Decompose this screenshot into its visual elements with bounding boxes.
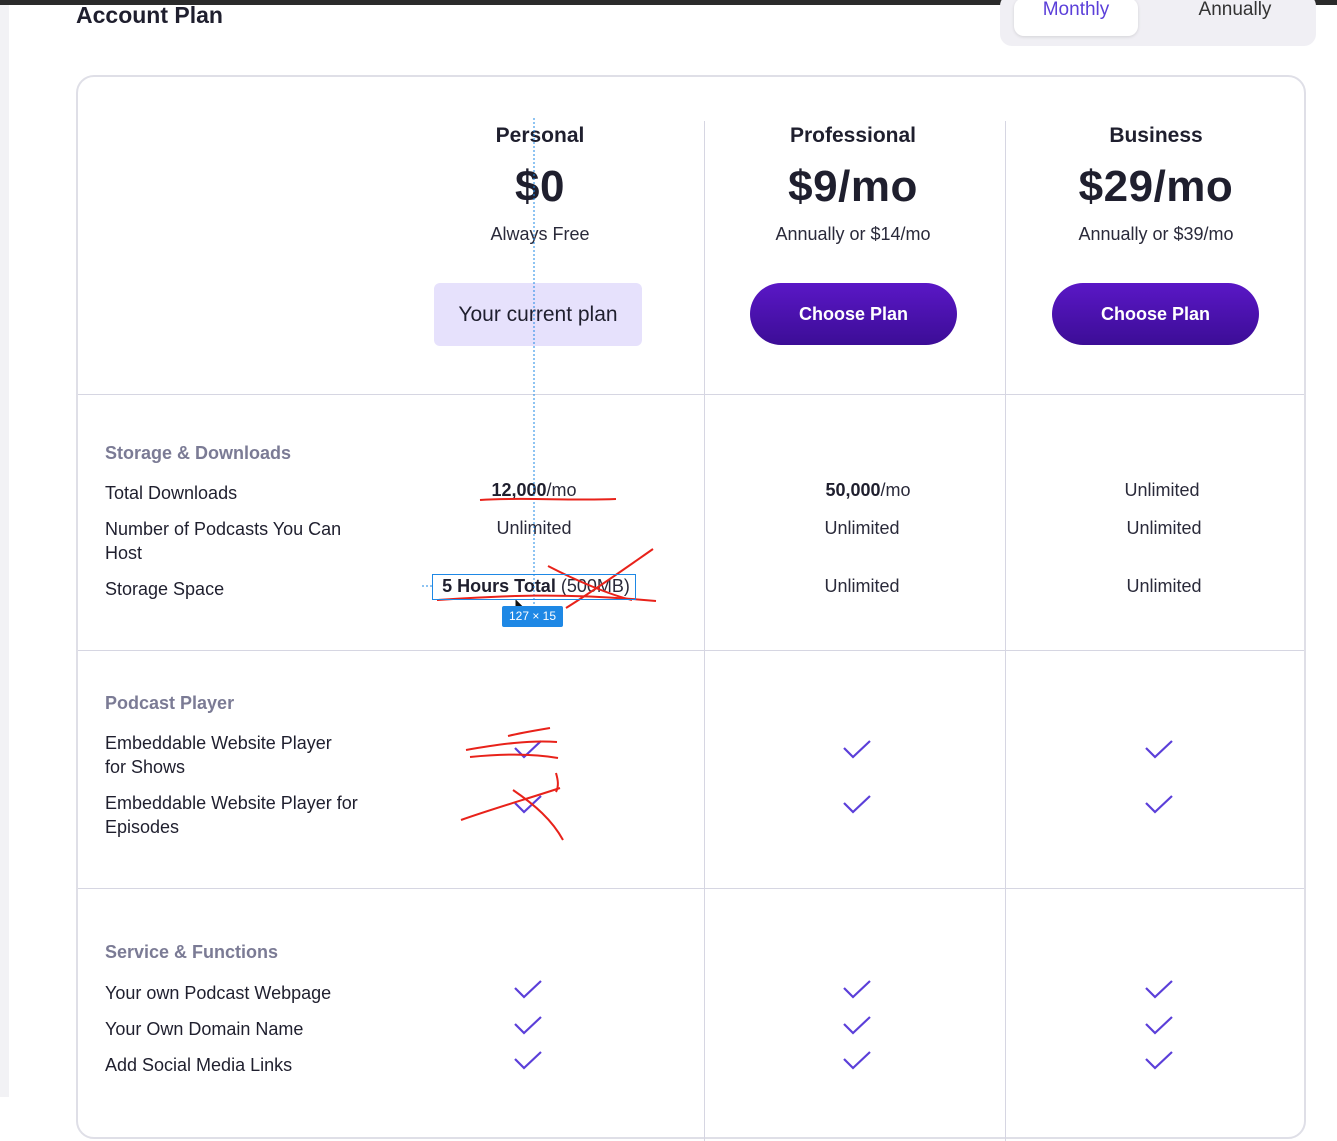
section-divider	[78, 650, 1304, 651]
check-icon	[843, 1016, 871, 1035]
check-icon	[1145, 1051, 1173, 1070]
cell-podcasts-business: Unlimited	[1064, 518, 1264, 539]
plan-name: Personal	[495, 124, 585, 147]
cell-downloads-business: Unlimited	[1062, 480, 1262, 501]
feature-label: Embeddable Website Player for Shows	[105, 733, 332, 777]
cell-value-unit: /mo	[880, 480, 911, 500]
cell-downloads-professional: 50,000/mo	[768, 480, 968, 501]
plan-price: $0	[515, 162, 565, 211]
cell-downloads-personal: 12,000/mo	[434, 480, 634, 501]
plan-header-personal: Personal $0 Always Free	[440, 124, 640, 245]
check-icon	[1145, 740, 1173, 759]
section-title-storage: Storage & Downloads	[105, 443, 292, 463]
feature-label: Number of Podcasts You Can Host	[105, 519, 342, 563]
feature-label: Your Own Domain Name	[105, 1019, 304, 1039]
plan-price-note: Always Free	[490, 224, 590, 244]
measure-badge: 127 × 15	[502, 606, 563, 627]
cell-podcasts-personal: Unlimited	[434, 518, 634, 539]
toggle-monthly[interactable]: Monthly	[1014, 0, 1138, 36]
toggle-annually[interactable]: Annually	[1160, 0, 1310, 36]
section-divider	[78, 394, 1304, 395]
left-gutter	[0, 5, 9, 1097]
plan-price-note: Annually or $14/mo	[775, 224, 931, 244]
plan-name: Professional	[789, 124, 917, 147]
cell-storage-professional: Unlimited	[762, 576, 962, 597]
selection-box	[432, 574, 636, 600]
plan-comparison-card: Personal $0 Always Free Professional $9/…	[76, 75, 1306, 1141]
column-divider	[704, 121, 705, 1141]
section-title-player: Podcast Player	[105, 693, 235, 713]
feature-label: Storage Space	[105, 579, 225, 599]
check-icon	[843, 740, 871, 759]
cell-value-bold: 50,000	[825, 480, 881, 500]
check-icon	[1145, 1016, 1173, 1035]
plan-header-professional: Professional $9/mo Annually or $14/mo	[728, 124, 978, 245]
plan-header-business: Business $29/mo Annually or $39/mo	[1029, 124, 1283, 245]
section-divider	[78, 888, 1304, 889]
cell-podcasts-professional: Unlimited	[762, 518, 962, 539]
check-icon	[514, 980, 542, 999]
billing-toggle: Monthly Annually	[1000, 0, 1316, 46]
check-icon	[1145, 795, 1173, 814]
plan-price: $29/mo	[1078, 162, 1234, 211]
check-icon	[843, 795, 871, 814]
cell-value-unit: /mo	[546, 480, 577, 500]
cell-value-text: Unlimited	[824, 576, 900, 596]
cell-value-text: Unlimited	[496, 518, 572, 538]
check-icon	[514, 795, 542, 814]
section-title-service: Service & Functions	[105, 942, 279, 962]
cell-value-bold: 12,000	[491, 480, 547, 500]
choose-plan-button-business[interactable]: Choose Plan	[1052, 283, 1259, 345]
check-icon	[514, 1051, 542, 1070]
cell-value-text: Unlimited	[1126, 518, 1202, 538]
check-icon	[843, 1051, 871, 1070]
cell-value-text: Unlimited	[1124, 480, 1200, 500]
cell-value-text: Unlimited	[824, 518, 900, 538]
current-plan-badge: Your current plan	[434, 283, 642, 346]
cell-storage-business: Unlimited	[1064, 576, 1264, 597]
cell-value-text: Unlimited	[1126, 576, 1202, 596]
plan-price: $9/mo	[788, 162, 918, 211]
check-icon	[1145, 980, 1173, 999]
check-icon	[514, 740, 542, 759]
page-title: Account Plan	[76, 2, 223, 28]
feature-label: Total Downloads	[105, 483, 238, 503]
feature-label: Your own Podcast Webpage	[105, 983, 332, 1003]
feature-label: Embeddable Website Player for Episodes	[105, 793, 358, 837]
feature-label: Add Social Media Links	[105, 1055, 293, 1075]
check-icon	[514, 1016, 542, 1035]
column-divider	[1005, 121, 1006, 1141]
choose-plan-button-professional[interactable]: Choose Plan	[750, 283, 957, 345]
plan-price-note: Annually or $39/mo	[1078, 224, 1234, 244]
check-icon	[843, 980, 871, 999]
plan-name: Business	[1109, 124, 1203, 147]
